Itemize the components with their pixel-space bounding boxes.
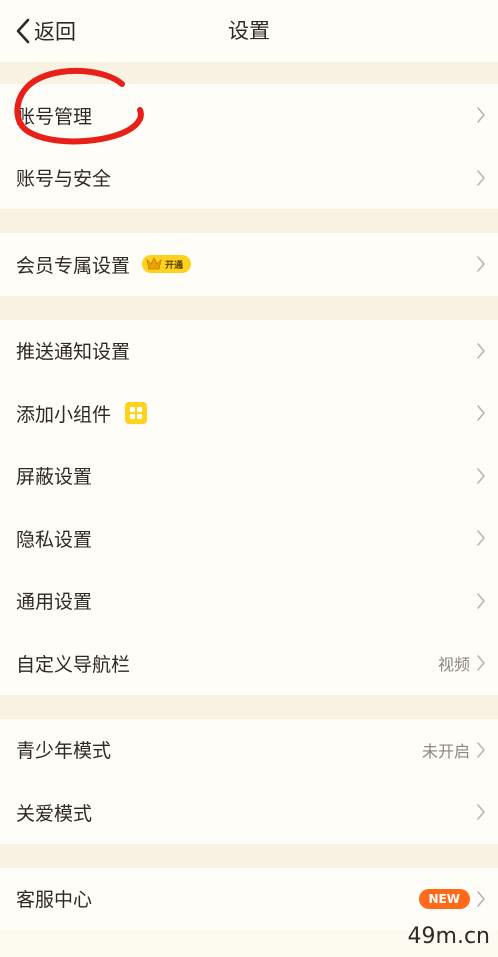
settings-item-teen-mode[interactable]: 青少年模式 未开启 bbox=[0, 719, 498, 782]
settings-item-general-settings[interactable]: 通用设置 bbox=[0, 570, 498, 633]
settings-group-account: 账号管理 账号与安全 bbox=[0, 84, 498, 209]
section-separator bbox=[0, 209, 498, 233]
vip-badge-label: 开通 bbox=[165, 260, 184, 271]
settings-item-label: 屏蔽设置 bbox=[16, 466, 93, 489]
page-title: 设置 bbox=[228, 19, 270, 43]
settings-item-privacy-settings[interactable]: 隐私设置 bbox=[0, 507, 498, 570]
section-separator bbox=[0, 295, 498, 320]
settings-item-vip-settings[interactable]: 会员专属设置 开通 bbox=[0, 233, 498, 296]
crown-icon bbox=[146, 257, 162, 270]
settings-item-label: 账号管理 bbox=[16, 105, 93, 128]
chevron-right-icon bbox=[477, 256, 485, 273]
settings-item-customer-service[interactable]: 客服中心 NEW bbox=[0, 868, 498, 931]
settings-item-account-management[interactable]: 账号管理 bbox=[0, 84, 498, 147]
settings-item-label: 添加小组件 bbox=[16, 403, 112, 426]
settings-group-vip: 会员专属设置 开通 bbox=[0, 233, 498, 296]
settings-group-modes: 青少年模式 未开启 关爱模式 bbox=[0, 718, 498, 844]
section-separator bbox=[0, 62, 498, 84]
settings-item-add-widget[interactable]: 添加小组件 bbox=[0, 382, 498, 445]
chevron-right-icon bbox=[477, 467, 485, 484]
settings-item-custom-navbar[interactable]: 自定义导航栏 视频 bbox=[0, 632, 498, 695]
section-separator bbox=[0, 694, 498, 719]
settings-item-value: 视频 bbox=[437, 655, 470, 675]
settings-group-general: 推送通知设置 添加小组件 屏蔽设置 隐私设置 通用设置 自定义导航栏 视频 bbox=[0, 319, 498, 695]
vip-badge: 开通 bbox=[142, 255, 192, 274]
chevron-right-icon bbox=[477, 107, 485, 124]
settings-item-push-notifications[interactable]: 推送通知设置 bbox=[0, 320, 498, 383]
widget-grid-icon bbox=[125, 402, 148, 425]
settings-item-label: 推送通知设置 bbox=[16, 341, 131, 364]
settings-item-label: 关爱模式 bbox=[16, 802, 93, 825]
settings-item-label: 隐私设置 bbox=[16, 528, 93, 551]
chevron-right-icon bbox=[477, 804, 485, 821]
chevron-right-icon bbox=[477, 342, 485, 359]
chevron-right-icon bbox=[477, 655, 485, 672]
settings-item-care-mode[interactable]: 关爱模式 bbox=[0, 781, 498, 844]
settings-item-label: 通用设置 bbox=[16, 591, 93, 614]
settings-item-block-settings[interactable]: 屏蔽设置 bbox=[0, 445, 498, 508]
settings-item-account-security[interactable]: 账号与安全 bbox=[0, 147, 498, 210]
section-separator bbox=[0, 843, 498, 868]
settings-item-label: 自定义导航栏 bbox=[16, 653, 131, 676]
new-badge: NEW bbox=[418, 888, 470, 909]
settings-list: 账号管理 账号与安全 会员专属设置 开通 推送通知设置 添加小组件 屏蔽设置 隐… bbox=[0, 84, 498, 930]
settings-item-label: 客服中心 bbox=[16, 889, 93, 912]
top-bar: 返回 设置 bbox=[0, 0, 498, 62]
settings-item-label: 会员专属设置 bbox=[16, 254, 131, 277]
settings-item-value: 未开启 bbox=[421, 741, 470, 761]
chevron-right-icon bbox=[477, 169, 485, 186]
settings-item-label: 账号与安全 bbox=[16, 168, 112, 191]
watermark: 49m.cn bbox=[407, 924, 490, 949]
settings-group-support: 客服中心 NEW bbox=[0, 867, 498, 931]
chevron-right-icon bbox=[477, 890, 485, 907]
chevron-right-icon bbox=[477, 405, 485, 422]
settings-item-label: 青少年模式 bbox=[16, 740, 112, 763]
chevron-right-icon bbox=[477, 530, 485, 547]
chevron-right-icon bbox=[477, 741, 485, 758]
chevron-right-icon bbox=[477, 592, 485, 609]
